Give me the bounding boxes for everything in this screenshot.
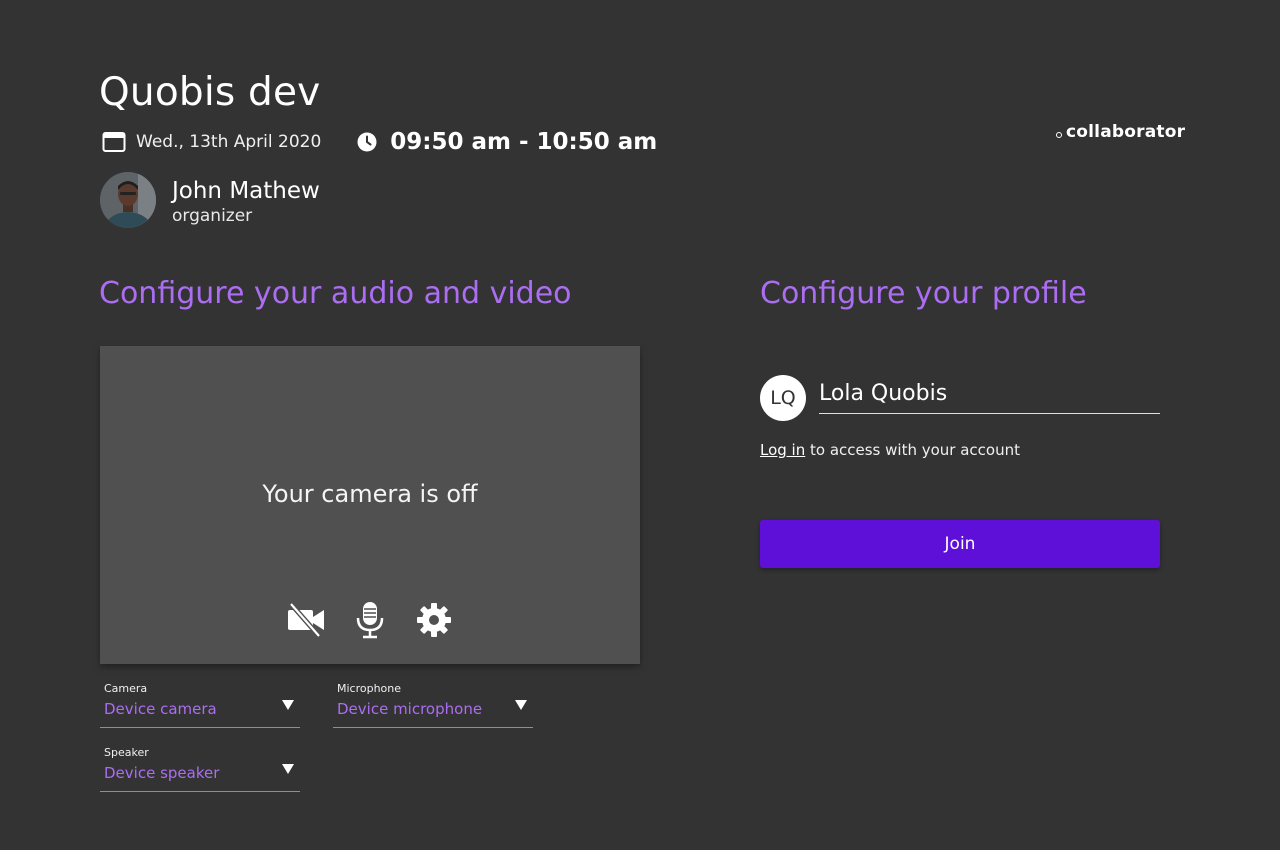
- calendar-icon: [102, 131, 126, 153]
- user-initials-avatar: LQ: [760, 375, 806, 421]
- camera-select-label: Camera: [104, 682, 148, 695]
- audio-video-heading: Configure your audio and video: [99, 276, 572, 311]
- join-button[interactable]: Join: [760, 520, 1160, 568]
- display-name-input[interactable]: [819, 374, 1160, 414]
- clock-icon: [357, 132, 377, 152]
- meeting-date: Wed., 13th April 2020: [136, 132, 322, 152]
- microphone-select-label: Microphone: [337, 682, 402, 695]
- organizer-role: organizer: [172, 206, 253, 226]
- meeting-time: 09:50 am - 10:50 am: [390, 129, 658, 155]
- dropdown-arrow-icon: [282, 764, 294, 774]
- login-link[interactable]: Log in: [760, 441, 805, 459]
- video-preview: Your camera is off: [100, 346, 640, 664]
- login-prompt-text: to access with your account: [805, 441, 1020, 459]
- meeting-title: Quobis dev: [99, 70, 321, 115]
- microphone-select[interactable]: Microphone Device microphone: [333, 682, 533, 728]
- meeting-schedule: Wed., 13th April 2020 09:50 am - 10:50 a…: [102, 128, 657, 156]
- speaker-select-value: Device speaker: [104, 764, 220, 782]
- dropdown-arrow-icon: [282, 700, 294, 710]
- toggle-camera-button[interactable]: [286, 602, 326, 642]
- brand-logo: collaborator: [1056, 122, 1185, 142]
- device-settings-button[interactable]: [414, 602, 454, 642]
- toggle-microphone-button[interactable]: [350, 602, 390, 642]
- brand-name: collaborator: [1066, 122, 1186, 142]
- microphone-icon: [355, 601, 385, 643]
- dropdown-arrow-icon: [515, 700, 527, 710]
- microphone-select-value: Device microphone: [337, 700, 483, 718]
- camera-select[interactable]: Camera Device camera: [100, 682, 300, 728]
- organizer-name: John Mathew: [172, 178, 320, 204]
- brand-dot-icon: [1056, 132, 1062, 138]
- speaker-select[interactable]: Speaker Device speaker: [100, 746, 300, 792]
- camera-off-message: Your camera is off: [262, 480, 478, 508]
- speaker-select-label: Speaker: [104, 746, 149, 759]
- video-off-icon: [287, 602, 325, 641]
- camera-select-value: Device camera: [104, 700, 217, 718]
- login-prompt: Log in to access with your account: [760, 441, 1020, 459]
- gear-icon: [416, 602, 452, 642]
- organizer-avatar: [100, 172, 156, 228]
- profile-heading: Configure your profile: [760, 276, 1087, 311]
